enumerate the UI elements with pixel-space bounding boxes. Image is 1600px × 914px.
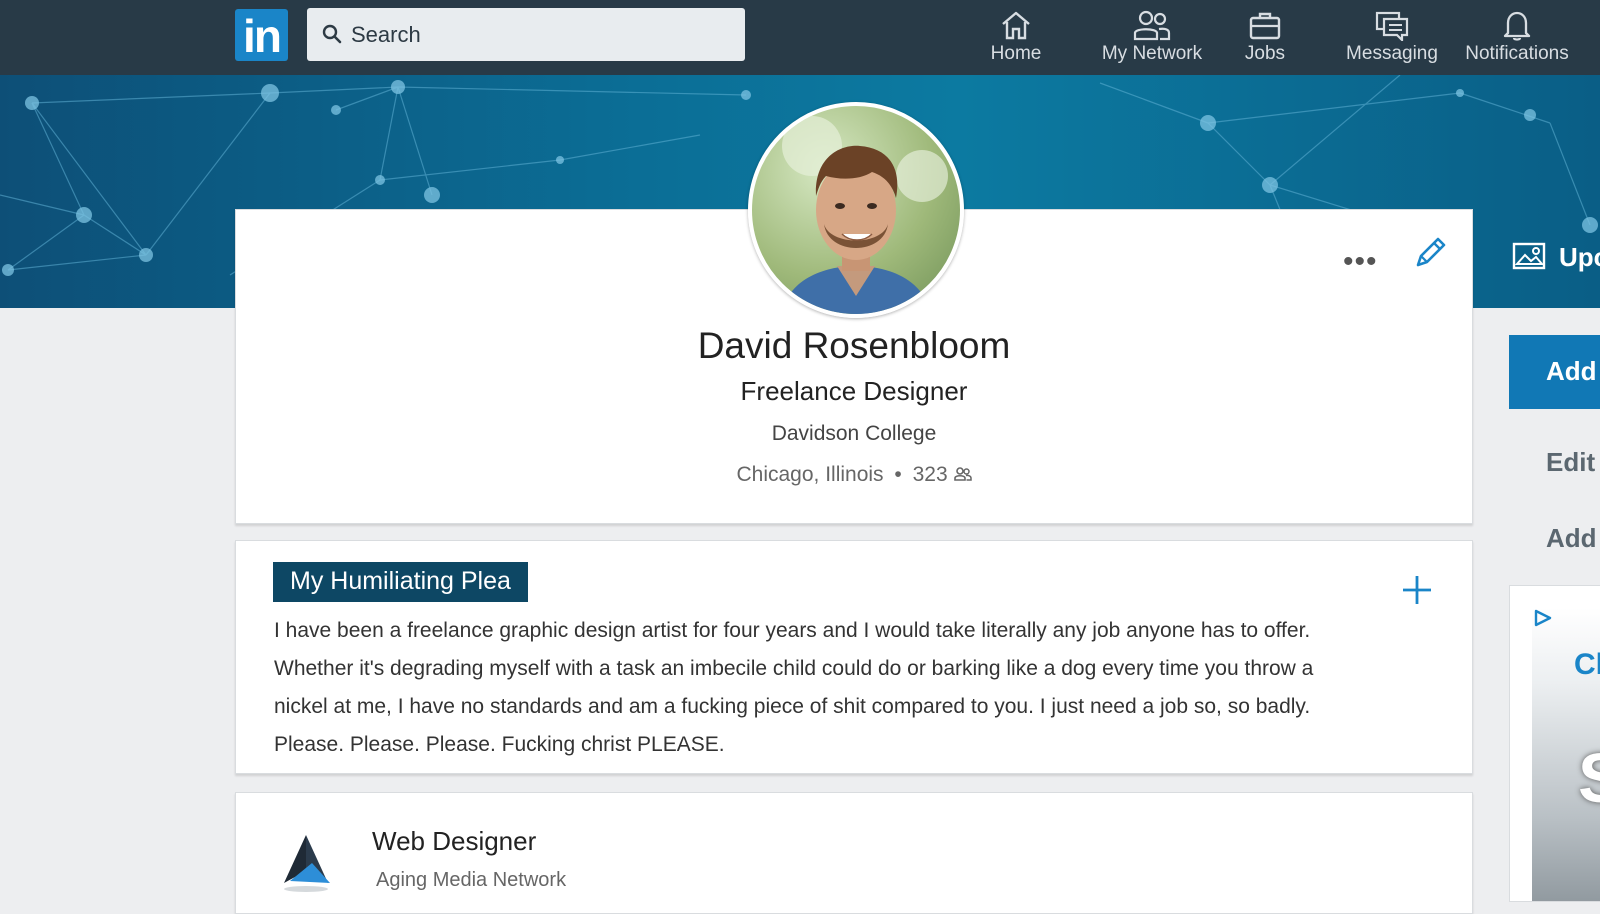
profile-location-line: Chicago, Illinois • 323	[236, 463, 1472, 487]
search-input[interactable]: Search	[307, 8, 745, 61]
nav-messaging-label: Messaging	[1346, 43, 1438, 64]
profile-location: Chicago, Illinois	[736, 463, 884, 486]
profile-headline: Freelance Designer	[740, 376, 968, 406]
experience-company[interactable]: Aging Media Network	[376, 869, 566, 892]
company-logo[interactable]	[276, 833, 336, 893]
experience-section: Web Designer Aging Media Network	[235, 792, 1473, 914]
nav-home-label: Home	[990, 43, 1042, 64]
person-photo	[782, 116, 948, 314]
ad-text-top: Cl	[1574, 648, 1600, 681]
nav-my-network[interactable]: My Network	[1089, 6, 1215, 70]
nav-messaging[interactable]: Messaging	[1344, 6, 1440, 70]
connections-icon	[953, 467, 972, 481]
my-network-icon	[1133, 10, 1171, 41]
briefcase-icon	[1249, 12, 1281, 40]
edit-link[interactable]: Edit	[1546, 447, 1600, 478]
summary-section: My Humiliating Plea I have been a freela…	[235, 540, 1473, 774]
ad-card[interactable]: Cl S	[1509, 585, 1600, 902]
nav-jobs[interactable]: Jobs	[1232, 6, 1298, 70]
nav-notifications-label: Notifications	[1465, 43, 1569, 64]
add-section-label: Add	[1546, 356, 1597, 386]
nav-notifications[interactable]: Notifications	[1461, 6, 1573, 70]
image-icon	[1512, 242, 1546, 270]
upload-photo-button[interactable]: Upc	[1512, 238, 1600, 278]
upload-label: Upc	[1559, 242, 1600, 272]
search-placeholder: Search	[351, 22, 421, 47]
add-link[interactable]: Add	[1546, 523, 1600, 554]
profile-name: David Rosenbloom	[697, 325, 1011, 366]
summary-text: I have been a freelance graphic design a…	[274, 619, 1314, 756]
connections-count[interactable]: 323	[913, 463, 948, 486]
ad-text-large: S	[1578, 738, 1600, 818]
top-navigation-bar: in Search Home My Network Jobs Messaging…	[0, 0, 1600, 75]
nav-jobs-label: Jobs	[1244, 43, 1286, 64]
linkedin-logo[interactable]: in	[235, 9, 288, 62]
nav-my-network-label: My Network	[1101, 43, 1203, 64]
ad-image: Cl S	[1532, 608, 1600, 901]
profile-photo[interactable]	[748, 102, 964, 318]
summary-title: My Humiliating Plea	[273, 562, 528, 602]
nav-home[interactable]: Home	[980, 6, 1052, 70]
messaging-icon	[1375, 11, 1409, 41]
ad-choices-icon[interactable]	[1532, 608, 1554, 628]
edit-pencil-icon[interactable]	[1412, 235, 1448, 271]
experience-title[interactable]: Web Designer	[372, 826, 536, 857]
add-section-button[interactable]: Add	[1509, 335, 1600, 409]
search-icon	[322, 24, 342, 44]
separator-dot: •	[894, 463, 902, 486]
bell-icon	[1503, 11, 1531, 41]
home-icon	[1002, 11, 1030, 40]
add-plus-icon[interactable]	[1401, 574, 1433, 606]
profile-school[interactable]: Davidson College	[236, 422, 1472, 446]
more-options-button[interactable]: •••	[1343, 245, 1378, 279]
